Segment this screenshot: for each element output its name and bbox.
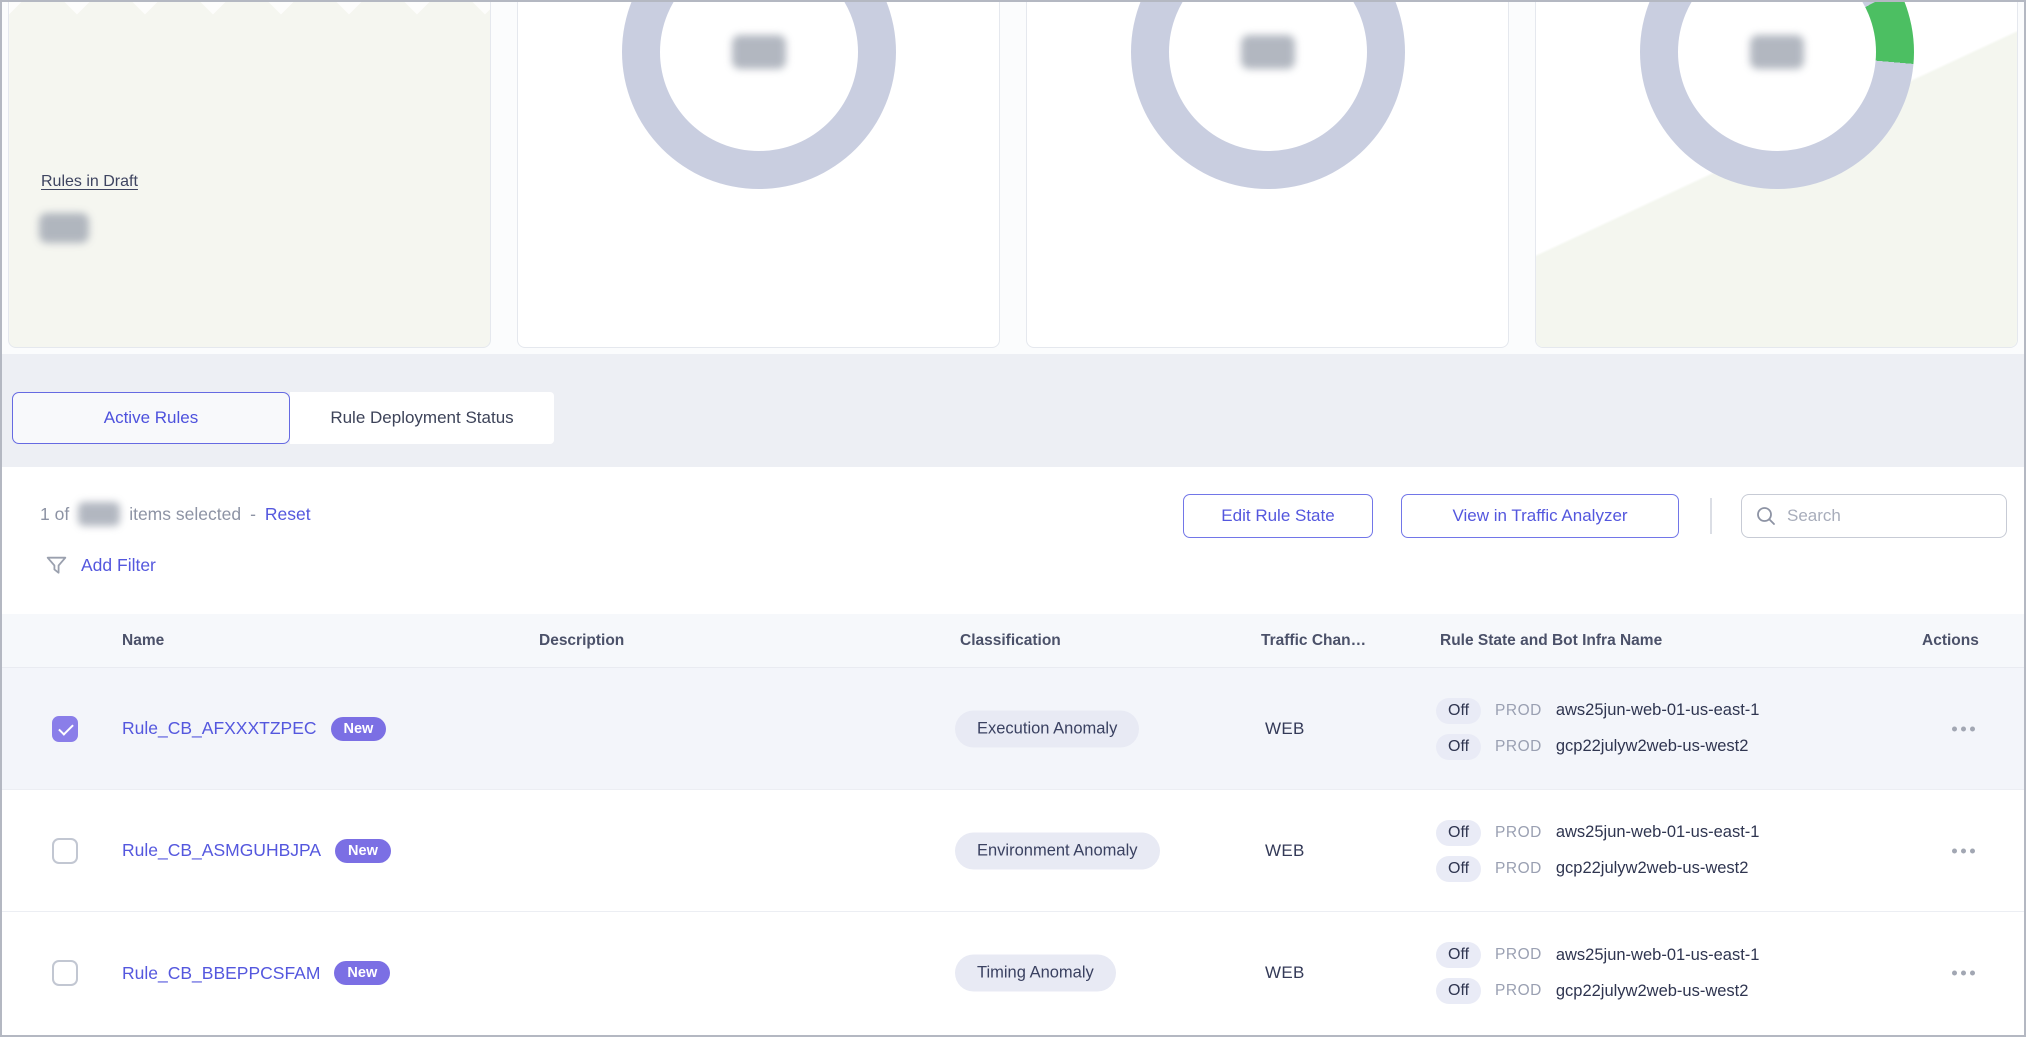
column-header-traffic-channel: Traffic Chan… [1261,632,1366,650]
redacted-draft-count [39,213,89,243]
infra-name: gcp22julyw2web-us-west2 [1556,982,1749,1001]
row-checkbox[interactable] [52,960,78,986]
env-label: PROD [1495,946,1542,964]
edit-rule-state-button[interactable]: Edit Rule State [1183,494,1373,538]
rules-in-draft-link[interactable]: Rules in Draft [41,173,138,191]
rule-state-line: Off PROD aws25jun-web-01-us-east-1 [1436,698,1759,724]
table-row: Rule_CB_BBEPPCSFAM New Timing Anomaly WE… [2,912,2024,1034]
rule-name-link[interactable]: Rule_CB_ASMGUHBJPA [122,840,321,861]
state-badge: Off [1436,856,1481,882]
rule-state-line: Off PROD gcp22julyw2web-us-west2 [1436,856,1759,882]
env-label: PROD [1495,982,1542,1000]
reset-link[interactable]: Reset [265,504,311,525]
add-filter-button[interactable]: Add Filter [44,553,156,578]
new-badge: New [331,717,387,741]
tab-rule-deployment-status[interactable]: Rule Deployment Status [290,392,554,444]
rules-tabs: Active Rules Rule Deployment Status [12,392,554,444]
traffic-channel-value: WEB [1265,841,1305,861]
env-label: PROD [1495,860,1542,878]
infra-name: aws25jun-web-01-us-east-1 [1556,946,1760,965]
rule-name-link[interactable]: Rule_CB_BBEPPCSFAM [122,963,320,984]
redacted-total-count [78,502,120,526]
table-row: Rule_CB_AFXXXTZPEC New Execution Anomaly… [2,668,2024,790]
new-badge: New [335,839,391,863]
table-row: Rule_CB_ASMGUHBJPA New Environment Anoma… [2,790,2024,912]
selection-prefix: 1 of [40,504,69,525]
view-in-traffic-analyzer-button[interactable]: View in Traffic Analyzer [1401,494,1679,538]
table-header: Name Description Classification Traffic … [2,614,2024,668]
infra-name: gcp22julyw2web-us-west2 [1556,737,1749,756]
selection-dash: - [250,504,256,525]
funnel-icon [44,553,69,578]
classification-pill: Environment Anomaly [955,832,1160,869]
infra-name: aws25jun-web-01-us-east-1 [1556,823,1760,842]
row-checkbox[interactable] [52,838,78,864]
row-checkbox[interactable] [52,716,78,742]
rules-dashboard: Rules in Draft Active Rules Rule Deploym… [0,0,2026,1037]
donut-chart [1131,0,1405,189]
column-header-description: Description [539,632,624,650]
infra-name: aws25jun-web-01-us-east-1 [1556,701,1760,720]
state-badge: Off [1436,734,1481,760]
state-badge: Off [1436,698,1481,724]
state-badge: Off [1436,978,1481,1004]
rules-in-draft-card: Rules in Draft [8,0,491,348]
selection-summary: 1 of items selected - Reset [40,502,311,526]
rule-name-cell: Rule_CB_ASMGUHBJPA New [122,839,391,863]
redacted-donut-value [1750,35,1804,69]
env-label: PROD [1495,824,1542,842]
rule-name-cell: Rule_CB_AFXXXTZPEC New [122,717,386,741]
summary-cards: Rules in Draft [8,0,2018,348]
row-actions-menu[interactable] [1950,965,1977,982]
row-actions-menu[interactable] [1950,720,1977,737]
rule-name-cell: Rule_CB_BBEPPCSFAM New [122,961,390,985]
donut-card-1 [517,0,1000,348]
column-header-classification: Classification [960,632,1061,650]
donut-card-2 [1026,0,1509,348]
search-input[interactable] [1787,506,1993,526]
column-header-rule-state: Rule State and Bot Infra Name [1440,632,1662,650]
search-box [1741,494,2007,538]
rule-state-line: Off PROD aws25jun-web-01-us-east-1 [1436,942,1759,968]
env-label: PROD [1495,702,1542,720]
donut-chart [622,0,896,189]
donut-card-3 [1535,0,2018,348]
redacted-donut-value [732,35,786,69]
add-filter-label: Add Filter [81,555,156,576]
new-badge: New [334,961,390,985]
rule-state-cell: Off PROD aws25jun-web-01-us-east-1 Off P… [1436,942,1759,1004]
tab-active-rules[interactable]: Active Rules [12,392,290,444]
infra-name: gcp22julyw2web-us-west2 [1556,859,1749,878]
column-header-name: Name [122,632,164,650]
row-actions-menu[interactable] [1950,842,1977,859]
toolbar-divider [1710,498,1712,534]
selection-suffix: items selected [129,504,241,525]
state-badge: Off [1436,942,1481,968]
classification-pill: Execution Anomaly [955,710,1139,747]
rule-name-link[interactable]: Rule_CB_AFXXXTZPEC [122,718,317,739]
rule-state-line: Off PROD gcp22julyw2web-us-west2 [1436,978,1759,1004]
search-icon [1755,505,1777,527]
redacted-donut-value [1241,35,1295,69]
donut-chart [1640,0,1914,189]
traffic-channel-value: WEB [1265,719,1305,739]
column-header-actions: Actions [1922,632,1979,650]
classification-pill: Timing Anomaly [955,955,1116,992]
traffic-channel-value: WEB [1265,963,1305,983]
state-badge: Off [1436,820,1481,846]
rule-state-line: Off PROD gcp22julyw2web-us-west2 [1436,734,1759,760]
rule-state-cell: Off PROD aws25jun-web-01-us-east-1 Off P… [1436,820,1759,882]
rule-state-line: Off PROD aws25jun-web-01-us-east-1 [1436,820,1759,846]
env-label: PROD [1495,738,1542,756]
rule-state-cell: Off PROD aws25jun-web-01-us-east-1 Off P… [1436,698,1759,760]
